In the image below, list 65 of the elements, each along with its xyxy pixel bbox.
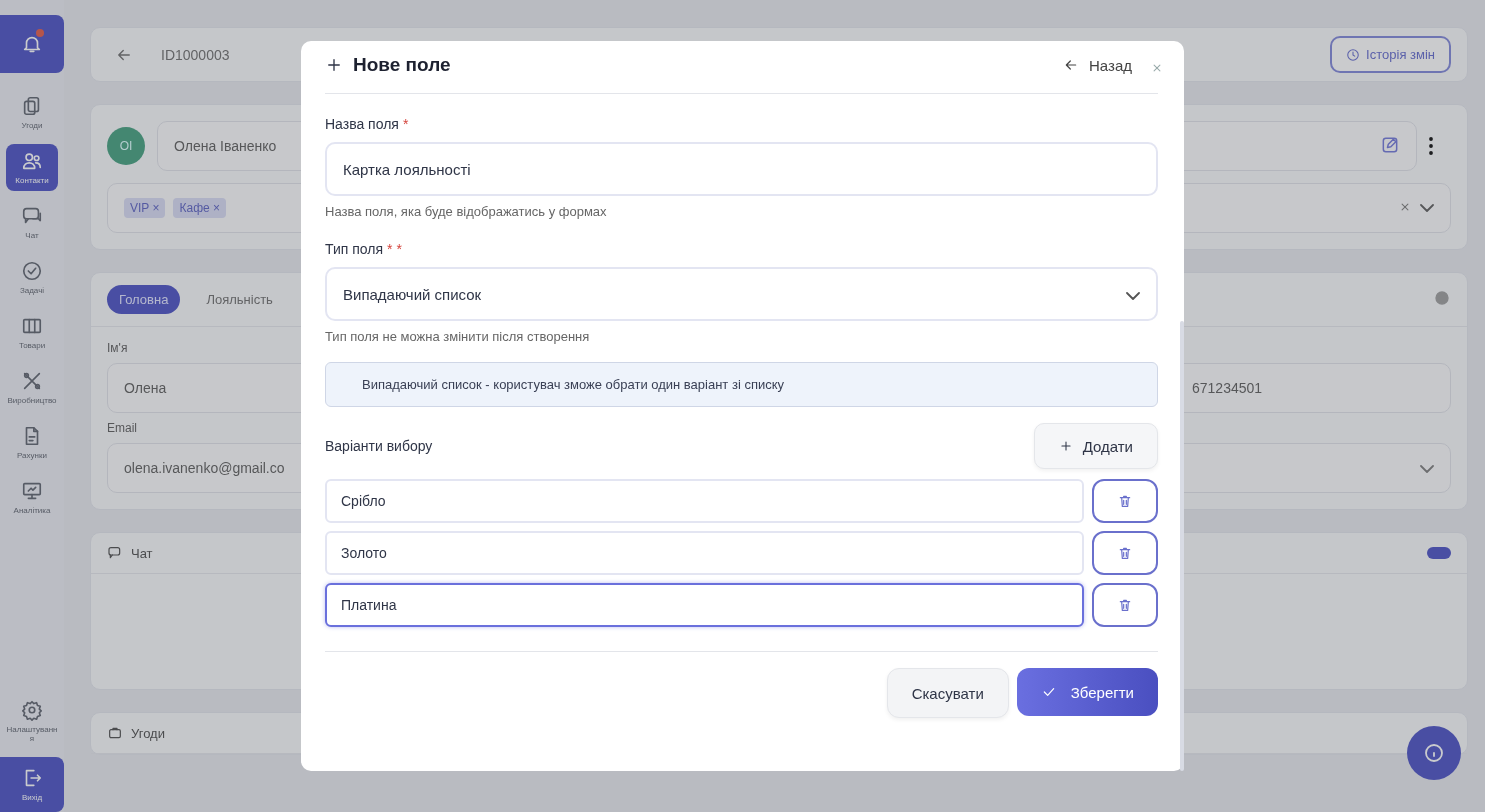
briefcase-icon [107, 725, 123, 741]
chevron-down-icon [1420, 465, 1434, 473]
chat-icon [107, 545, 123, 561]
field-label: Ім'я [107, 341, 129, 355]
sidebar-item[interactable]: Угоди [6, 89, 58, 136]
field-hint: Назва поля, яка буде відображатись у формах [325, 204, 608, 219]
sidebar-item[interactable]: Аналітика [6, 474, 58, 521]
required-mark: * * [387, 241, 402, 257]
more-icon [1429, 137, 1433, 155]
chevron-down-icon [1420, 204, 1434, 212]
required-mark: * [402, 116, 409, 132]
tag[interactable]: Кафе × [173, 198, 227, 218]
monitor-chart-icon [21, 480, 43, 502]
name-input[interactable]: Картка лояльності [325, 142, 1158, 196]
trash-icon [1117, 545, 1133, 561]
sidebar-item[interactable]: Товари [6, 309, 58, 356]
field-label: Назва поля [325, 116, 399, 132]
save-button[interactable]: Зберегти [1016, 668, 1158, 716]
info-banner: Випадаючий список - користувач зможе обрати один варіант зі списку [325, 362, 1158, 407]
history-button[interactable]: Історія змін [1330, 36, 1451, 73]
dialog-title: Нове поле [353, 54, 451, 76]
chevron-down-icon [1126, 291, 1140, 300]
field-hint: Тип поля не можна змінити після створення [325, 329, 591, 344]
type-select[interactable]: Випадаючий список [325, 267, 1158, 321]
count-badge [1427, 547, 1451, 559]
tools-icon [21, 370, 43, 392]
sidebar-item[interactable]: Чат [6, 199, 58, 246]
option-input[interactable]: Платина [325, 583, 1084, 627]
sidebar-item[interactable]: Рахунки [6, 419, 58, 466]
clock-icon [1346, 47, 1361, 62]
back-button[interactable]: Назад [1063, 56, 1132, 74]
avatar: ОІ [107, 127, 145, 165]
plus-icon [325, 56, 343, 74]
back-arrow-icon [1063, 57, 1079, 73]
add-button[interactable]: Додати [1033, 423, 1158, 469]
logout-button[interactable]: Вихід [0, 757, 64, 812]
tab[interactable]: Головна [107, 285, 181, 314]
trash-icon [1117, 597, 1133, 613]
delete-button[interactable] [1092, 583, 1158, 627]
option-input[interactable]: Золото [325, 531, 1084, 575]
delete-button[interactable] [1092, 531, 1158, 575]
card-title: Угоди [131, 725, 165, 741]
cancel-button[interactable]: Скасувати [886, 668, 1009, 718]
tab[interactable]: Лояльність [194, 285, 285, 314]
sidebar-item[interactable]: Виробництво [6, 364, 58, 411]
scrollbar[interactable] [1180, 321, 1184, 771]
help-icon [1422, 741, 1446, 765]
notification-dot [36, 29, 44, 37]
help-button[interactable] [1407, 726, 1461, 780]
sidebar-item[interactable]: Контакти [6, 144, 58, 191]
notifications-button[interactable] [0, 15, 64, 73]
card-title: Чат [131, 545, 153, 561]
sidebar-item[interactable]: Задачі [6, 254, 58, 301]
settings-button[interactable]: Налаштування [6, 693, 58, 749]
section-label: Варіанти вибору [325, 438, 433, 454]
delete-button[interactable] [1092, 479, 1158, 523]
people-icon [21, 150, 43, 172]
field-label: Email [107, 421, 138, 435]
tag[interactable]: VIP × [124, 198, 166, 218]
field-label: Тип поля [325, 241, 384, 257]
option-input[interactable]: Срібло [325, 479, 1084, 523]
plus-icon [1058, 439, 1073, 453]
trash-icon [1117, 493, 1133, 509]
check-circle-icon [21, 260, 43, 282]
record-id: ID1000003 [161, 46, 230, 63]
